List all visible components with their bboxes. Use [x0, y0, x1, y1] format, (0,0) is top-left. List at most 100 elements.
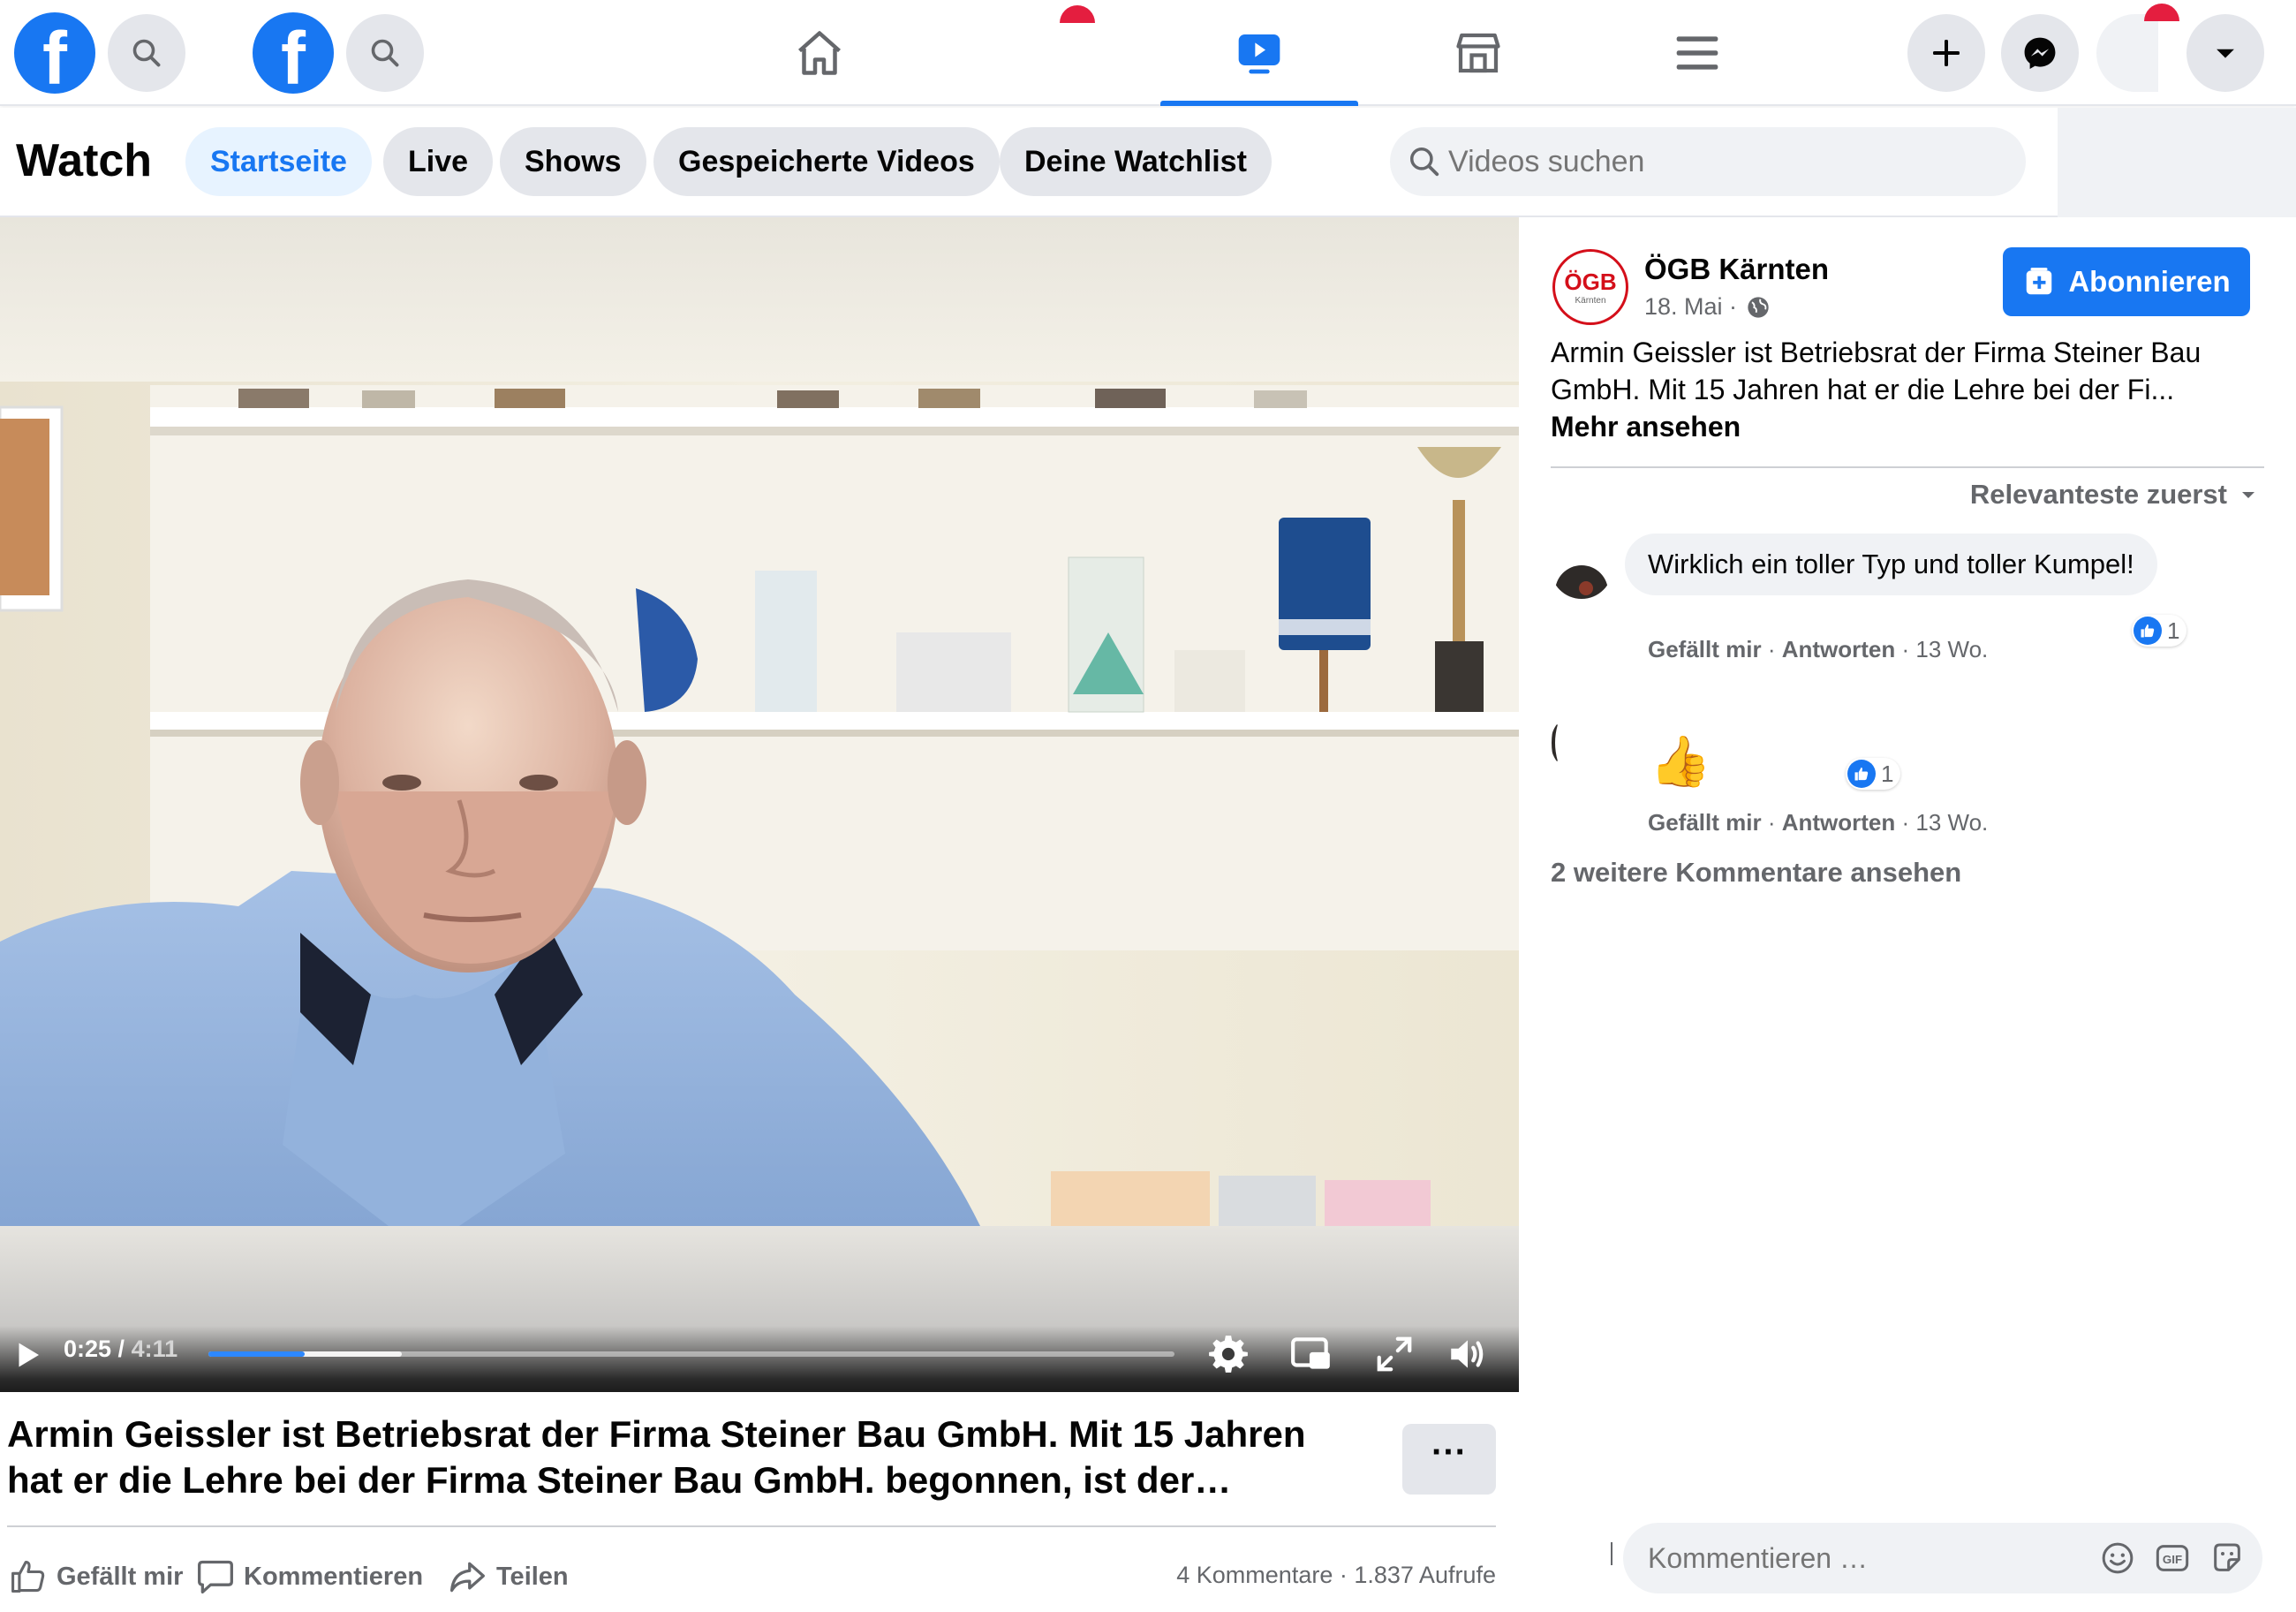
comment-age[interactable]: 13 Wo.: [1915, 809, 1988, 836]
page-avatar[interactable]: ÖGB Kärnten: [1552, 249, 1628, 325]
settings-gear-icon[interactable]: [1206, 1332, 1250, 1376]
comment-composer[interactable]: GIF: [1623, 1523, 2262, 1593]
notifications-button[interactable]: [2096, 14, 2158, 92]
volume-icon[interactable]: [1445, 1332, 1491, 1376]
hamburger-menu-icon: [1676, 36, 1718, 70]
notification-badge: [2144, 4, 2179, 21]
comment-age[interactable]: 13 Wo.: [1915, 636, 1988, 662]
account-menu-button[interactable]: [2186, 14, 2264, 92]
post-text: Armin Geissler ist Betriebsrat der Firma…: [1551, 337, 2202, 405]
like-reaction-icon: [2134, 617, 2162, 645]
thumbs-up-icon: [11, 1560, 45, 1593]
post-timestamp: 18. Mai ·: [1644, 293, 1771, 321]
svg-text:GIF: GIF: [2163, 1553, 2182, 1566]
messenger-button[interactable]: [2001, 14, 2079, 92]
avatar-image: [1551, 537, 1612, 599]
comment-emoji: 👍: [1650, 733, 1711, 789]
comment-reactions[interactable]: 1: [1846, 758, 1901, 790]
chip-live[interactable]: Live: [383, 127, 494, 196]
search-icon: [371, 39, 399, 67]
tab-home[interactable]: [721, 0, 918, 106]
home-icon: [798, 31, 841, 75]
video-player[interactable]: 0:25 / 4:11: [0, 217, 1519, 1392]
post-date[interactable]: 18. Mai ·: [1644, 293, 1737, 321]
tab-menu[interactable]: [1598, 0, 1796, 106]
top-navigation: f f: [0, 0, 2296, 106]
globe-icon: [1748, 296, 1769, 318]
comment-button[interactable]: Kommentieren: [196, 1555, 423, 1599]
messenger-icon: [2024, 37, 2056, 69]
comment-reply-link[interactable]: Antworten: [1782, 636, 1896, 662]
comment-like-link[interactable]: Gefällt mir: [1648, 636, 1762, 662]
search-icon: [132, 39, 161, 67]
subscribe-label: Abonnieren: [2068, 265, 2231, 298]
sort-label: Relevanteste zuerst: [1969, 479, 2227, 510]
share-label: Teilen: [496, 1562, 569, 1591]
tab-watch[interactable]: [1160, 0, 1358, 106]
video-frame: [0, 217, 1519, 1226]
divider: [1551, 466, 2264, 468]
post-description: Armin Geissler ist Betriebsrat der Firma…: [1551, 334, 2257, 445]
caret-down-icon: [2242, 492, 2254, 498]
chip-startseite[interactable]: Startseite: [185, 127, 372, 196]
like-button[interactable]: Gefällt mir: [9, 1555, 183, 1599]
views-count: 1.837 Aufrufe: [1354, 1562, 1496, 1588]
picture-in-picture-icon[interactable]: [1289, 1332, 1333, 1376]
facebook-logo-icon[interactable]: f: [253, 12, 334, 94]
video-search[interactable]: [1390, 127, 2026, 196]
search-icon: [1410, 148, 1439, 177]
create-button[interactable]: [1907, 14, 1985, 92]
comment-bubble-icon: [198, 1560, 233, 1594]
subscribe-button[interactable]: Abonnieren: [2003, 247, 2250, 316]
subscribe-plus-icon: [2027, 268, 2052, 295]
video-title: Armin Geissler ist Betriebsrat der Firma…: [7, 1413, 1306, 1501]
more-options-button[interactable]: ···: [1402, 1424, 1496, 1495]
page-name[interactable]: ÖGB Kärnten: [1644, 253, 1829, 286]
post-panel: ÖGB Kärnten ÖGB Kärnten 18. Mai · Abonni…: [1519, 217, 2296, 1612]
duration: 4:11: [131, 1336, 178, 1362]
comments-count[interactable]: 4 Kommentare: [1176, 1562, 1333, 1588]
divider: [7, 1525, 1496, 1527]
gif-icon[interactable]: GIF: [2155, 1540, 2190, 1576]
avatar-logo-subtext: Kärnten: [1575, 296, 1606, 306]
reaction-count: 1: [2167, 617, 2180, 644]
comment-input[interactable]: [1648, 1523, 2054, 1593]
comment-sort-dropdown[interactable]: Relevanteste zuerst: [1970, 479, 2259, 511]
tab-marketplace[interactable]: [1379, 0, 1577, 106]
comment-actions: Gefällt mir · Antworten · 13 Wo.: [1648, 809, 1989, 836]
chip-shows[interactable]: Shows: [500, 127, 646, 196]
video-stats: 4 Kommentare · 1.837 Aufrufe: [1176, 1562, 1496, 1589]
video-timestamp: 0:25 / 4:11: [64, 1336, 177, 1363]
marketplace-store-icon: [1456, 33, 1500, 73]
header-filler: [2058, 108, 2296, 217]
view-more-comments-link[interactable]: 2 weitere Kommentare ansehen: [1551, 857, 1961, 889]
avatar-logo-text: ÖGB: [1564, 269, 1617, 295]
plus-icon: [1933, 40, 1960, 66]
watch-header: Watch Startseite Live Shows Gespeicherte…: [0, 108, 2058, 217]
like-label: Gefällt mir: [57, 1562, 184, 1591]
facebook-logo-icon[interactable]: f: [14, 12, 95, 94]
reaction-count: 1: [1881, 760, 1894, 787]
search-button[interactable]: [108, 14, 185, 92]
comment-reply-link[interactable]: Antworten: [1782, 809, 1896, 836]
commenter-avatar[interactable]: [1551, 537, 1612, 599]
chip-watchlist[interactable]: Deine Watchlist: [1000, 127, 1272, 196]
emoji-icon[interactable]: [2100, 1540, 2135, 1576]
share-button[interactable]: Teilen: [447, 1555, 569, 1599]
comment-like-link[interactable]: Gefällt mir: [1648, 809, 1762, 836]
share-arrow-icon: [449, 1562, 485, 1593]
stats-separator: ·: [1333, 1562, 1355, 1588]
comment-actions: Gefällt mir · Antworten · 13 Wo.: [1648, 636, 1989, 662]
chip-saved-videos[interactable]: Gespeicherte Videos: [653, 127, 1000, 196]
sticker-icon[interactable]: [2209, 1540, 2245, 1576]
fullscreen-icon[interactable]: [1374, 1334, 1415, 1374]
notification-badge: [1060, 5, 1095, 23]
see-more-link[interactable]: Mehr ansehen: [1551, 411, 1741, 443]
comment-reactions[interactable]: 1: [2132, 615, 2187, 647]
like-reaction-icon: [1847, 760, 1876, 788]
commenter-avatar[interactable]: [1551, 712, 1612, 774]
video-progress-bar[interactable]: [208, 1351, 1174, 1357]
play-icon[interactable]: [12, 1337, 44, 1373]
search-button[interactable]: [346, 14, 424, 92]
video-search-input[interactable]: [1448, 127, 1996, 196]
